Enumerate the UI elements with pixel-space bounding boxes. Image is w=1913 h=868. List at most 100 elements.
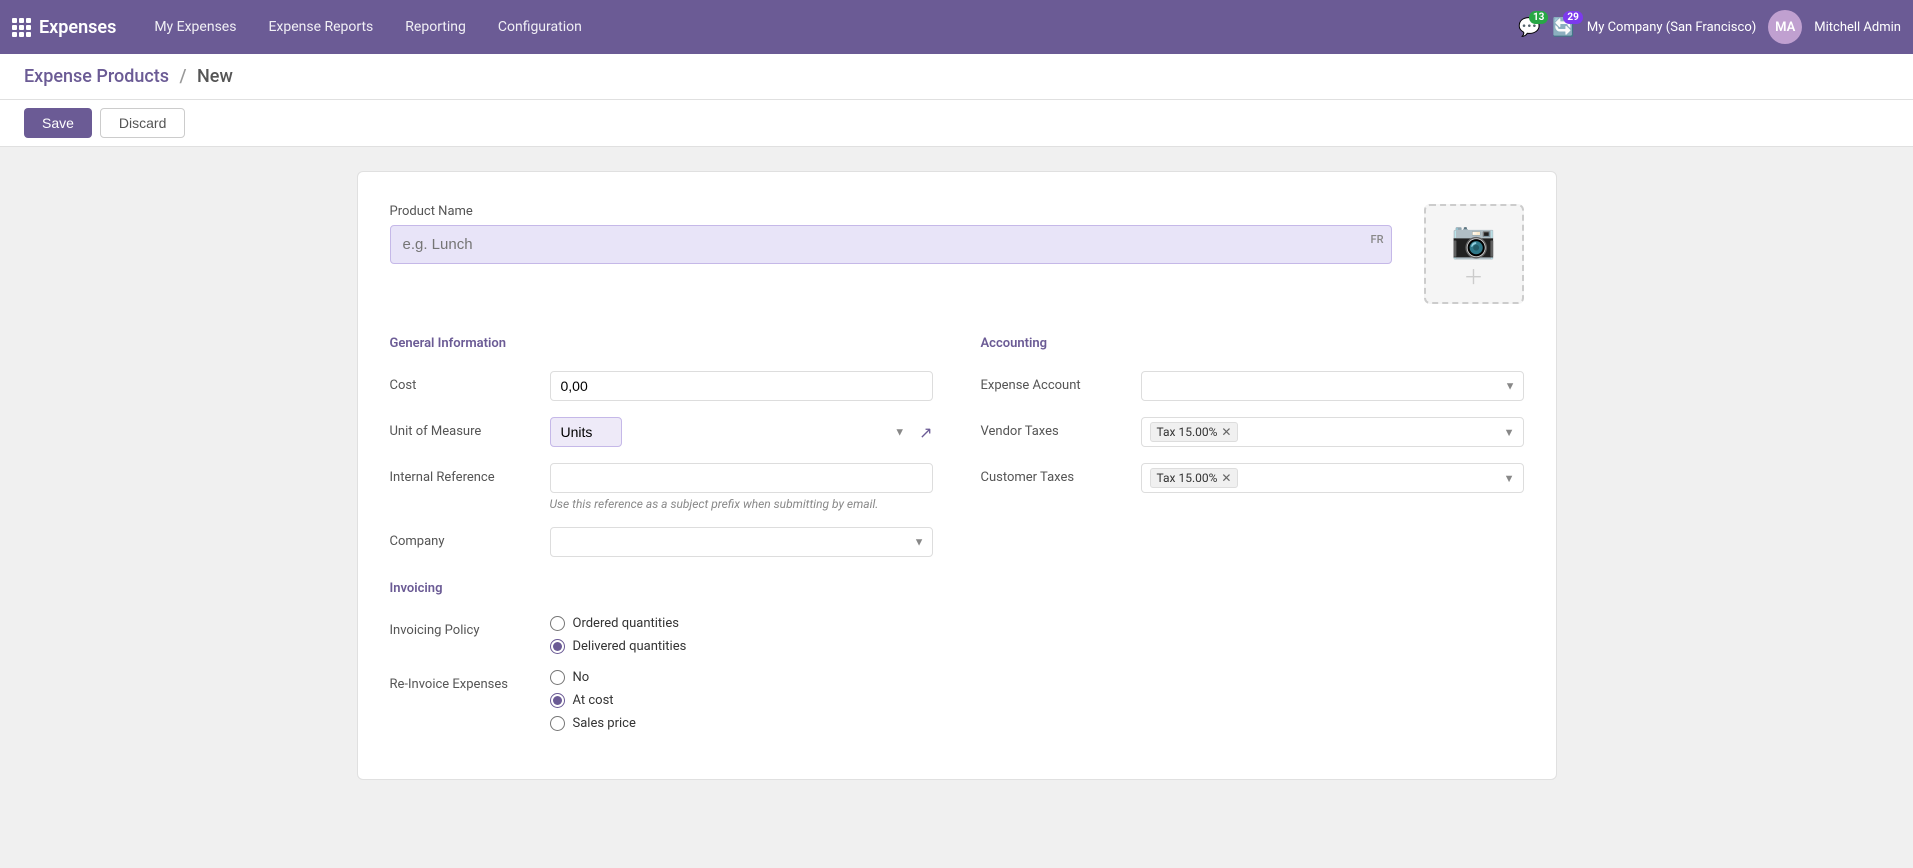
expense-account-select[interactable] — [1141, 371, 1524, 401]
cost-input[interactable] — [550, 371, 933, 401]
reinvoice-salesprice-radio[interactable] — [550, 716, 565, 731]
breadcrumb: Expense Products / New — [24, 66, 1889, 87]
grid-icon — [12, 18, 31, 37]
company-label: Company — [390, 527, 550, 549]
internal-reference-row: Internal Reference Use this reference as… — [390, 463, 933, 511]
topnav-right: 💬 13 🔄 29 My Company (San Francisco) MA … — [1518, 10, 1901, 44]
invoicing-ordered-radio[interactable] — [550, 616, 565, 631]
company-select-wrapper: ▼ — [550, 527, 933, 557]
reinvoice-options: No At cost Sales price — [550, 670, 933, 731]
nav-configuration[interactable]: Configuration — [484, 13, 596, 41]
fr-badge: FR — [1371, 233, 1384, 246]
add-photo-icon: ＋ — [1464, 261, 1484, 290]
invoicing-delivered-radio[interactable] — [550, 639, 565, 654]
accounting-section-title: Accounting — [981, 336, 1524, 355]
page-header: Expense Products / New — [0, 54, 1913, 100]
nav-reporting[interactable]: Reporting — [391, 13, 480, 41]
vendor-taxes-label: Vendor Taxes — [981, 417, 1141, 439]
expense-account-wrapper: ▼ — [1141, 371, 1524, 401]
user-name: Mitchell Admin — [1814, 20, 1901, 35]
invoicing-policy-radio-group: Ordered quantities Delivered quantities — [550, 616, 933, 654]
expense-account-select-wrapper: ▼ — [1141, 371, 1524, 401]
vendor-taxes-row: Vendor Taxes Tax 15.00% ✕ ▼ — [981, 417, 1524, 447]
customer-taxes-wrapper: Tax 15.00% ✕ ▼ — [1141, 463, 1524, 493]
reinvoice-no-label: No — [573, 670, 590, 685]
invoicing-delivered-label: Delivered quantities — [573, 639, 687, 654]
activity-badge: 29 — [1563, 11, 1582, 24]
unit-select-arrow: ▼ — [894, 426, 905, 439]
nav-my-expenses[interactable]: My Expenses — [140, 13, 250, 41]
product-name-section: Product Name FR 📷 ＋ — [390, 204, 1524, 304]
app-logo[interactable]: Expenses — [12, 17, 116, 38]
breadcrumb-separator: / — [180, 66, 187, 87]
customer-taxes-arrow: ▼ — [1504, 472, 1515, 485]
invoicing-section: Invoicing Invoicing Policy Ordered quant… — [390, 581, 933, 731]
company-name: My Company (San Francisco) — [1587, 20, 1756, 35]
expense-account-label: Expense Account — [981, 371, 1141, 393]
invoicing-ordered-option[interactable]: Ordered quantities — [550, 616, 933, 631]
unit-of-measure-row: Unit of Measure Units ▼ ↗ — [390, 417, 933, 447]
product-name-field: Product Name FR — [390, 204, 1392, 264]
form-columns: General Information Cost Unit of Measure — [390, 336, 1524, 747]
app-name: Expenses — [39, 17, 116, 38]
photo-upload[interactable]: 📷 ＋ — [1424, 204, 1524, 304]
product-name-input[interactable] — [390, 225, 1392, 264]
camera-icon: 📷 — [1451, 219, 1496, 261]
messages-badge: 13 — [1529, 11, 1548, 24]
company-select[interactable] — [550, 527, 933, 557]
vendor-tax-tag: Tax 15.00% ✕ — [1150, 422, 1239, 442]
reinvoice-salesprice-option[interactable]: Sales price — [550, 716, 933, 731]
invoicing-delivered-option[interactable]: Delivered quantities — [550, 639, 933, 654]
customer-taxes-label: Customer Taxes — [981, 463, 1141, 485]
reinvoice-atcost-radio[interactable] — [550, 693, 565, 708]
external-link-icon[interactable]: ↗ — [919, 423, 932, 442]
customer-tax-remove[interactable]: ✕ — [1221, 471, 1231, 485]
topnav: Expenses My Expenses Expense Reports Rep… — [0, 0, 1913, 54]
customer-taxes-row: Customer Taxes Tax 15.00% ✕ ▼ — [981, 463, 1524, 493]
form-card: Product Name FR 📷 ＋ General Information … — [357, 171, 1557, 780]
messages-button[interactable]: 💬 13 — [1518, 17, 1540, 38]
reinvoice-row: Re-Invoice Expenses No At cost — [390, 670, 933, 731]
invoicing-policy-options: Ordered quantities Delivered quantities — [550, 616, 933, 654]
vendor-tax-remove[interactable]: ✕ — [1221, 425, 1231, 439]
breadcrumb-current: New — [197, 66, 233, 87]
reinvoice-no-option[interactable]: No — [550, 670, 933, 685]
vendor-taxes-field[interactable]: Tax 15.00% ✕ ▼ — [1141, 417, 1524, 447]
vendor-taxes-wrapper: Tax 15.00% ✕ ▼ — [1141, 417, 1524, 447]
reinvoice-no-radio[interactable] — [550, 670, 565, 685]
nav-links: My Expenses Expense Reports Reporting Co… — [140, 13, 1510, 41]
vendor-tax-label: Tax 15.00% — [1157, 425, 1218, 439]
invoicing-section-title: Invoicing — [390, 581, 933, 600]
content-area: Product Name FR 📷 ＋ General Information … — [0, 147, 1913, 868]
cost-label: Cost — [390, 371, 550, 393]
reinvoice-atcost-option[interactable]: At cost — [550, 693, 933, 708]
vendor-taxes-arrow: ▼ — [1504, 426, 1515, 439]
unit-of-measure-select[interactable]: Units — [550, 417, 622, 447]
discard-button[interactable]: Discard — [100, 108, 185, 138]
internal-reference-label: Internal Reference — [390, 463, 550, 485]
customer-taxes-field[interactable]: Tax 15.00% ✕ ▼ — [1141, 463, 1524, 493]
customer-tax-tag: Tax 15.00% ✕ — [1150, 468, 1239, 488]
avatar[interactable]: MA — [1768, 10, 1802, 44]
reinvoice-label: Re-Invoice Expenses — [390, 670, 550, 692]
general-info-column: General Information Cost Unit of Measure — [390, 336, 933, 747]
reinvoice-salesprice-label: Sales price — [573, 716, 636, 731]
unit-of-measure-wrapper: Units ▼ ↗ — [550, 417, 933, 447]
reinvoice-atcost-label: At cost — [573, 693, 614, 708]
save-button[interactable]: Save — [24, 108, 92, 138]
accounting-column: Accounting Expense Account ▼ — [981, 336, 1524, 747]
breadcrumb-parent[interactable]: Expense Products — [24, 66, 169, 87]
product-name-label: Product Name — [390, 204, 1392, 219]
toolbar: Save Discard — [0, 100, 1913, 147]
invoicing-policy-label: Invoicing Policy — [390, 616, 550, 638]
invoicing-policy-row: Invoicing Policy Ordered quantities Deli… — [390, 616, 933, 654]
company-wrapper: ▼ — [550, 527, 933, 557]
nav-expense-reports[interactable]: Expense Reports — [254, 13, 387, 41]
cost-value-wrapper — [550, 371, 933, 401]
internal-reference-hint: Use this reference as a subject prefix w… — [550, 497, 933, 511]
unit-of-measure-label: Unit of Measure — [390, 417, 550, 439]
activity-button[interactable]: 🔄 29 — [1552, 17, 1574, 38]
unit-select-wrapper: Units ▼ ↗ — [550, 417, 933, 447]
internal-reference-wrapper: Use this reference as a subject prefix w… — [550, 463, 933, 511]
internal-reference-input[interactable] — [550, 463, 933, 493]
